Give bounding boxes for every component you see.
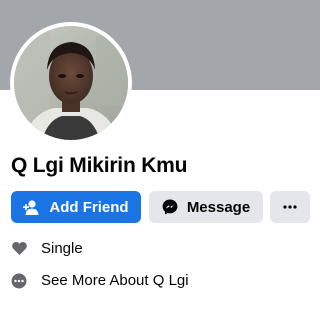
relationship-label: Single — [41, 240, 83, 257]
avatar[interactable] — [10, 22, 132, 144]
more-circle-icon — [11, 273, 27, 289]
heart-icon — [11, 241, 27, 257]
relationship-status: Single — [11, 240, 83, 257]
more-options-button[interactable] — [270, 191, 310, 223]
message-label: Message — [186, 198, 251, 216]
more-dots-icon — [283, 205, 297, 209]
add-friend-label: Add Friend — [49, 198, 129, 216]
see-more-about-link[interactable]: See More About Q Lgi — [11, 272, 189, 289]
add-friend-button[interactable]: Add Friend — [11, 191, 141, 223]
message-button[interactable]: Message — [149, 191, 263, 223]
see-more-label: See More About Q Lgi — [41, 272, 189, 289]
add-person-icon — [23, 199, 40, 215]
profile-photo — [14, 26, 128, 140]
profile-name: Q Lgi Mikirin Kmu — [11, 154, 188, 177]
profile-page: Q Lgi Mikirin Kmu Add Friend Message Sin… — [0, 0, 320, 320]
messenger-icon — [162, 199, 178, 215]
